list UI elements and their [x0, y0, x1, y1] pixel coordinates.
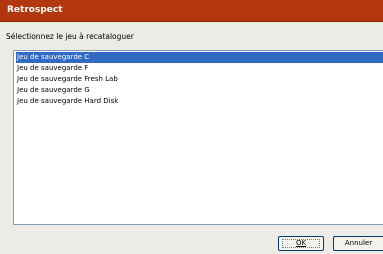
cancel-button[interactable]: Annuler [333, 236, 383, 251]
list-item[interactable]: Jeu de sauvegarde C [16, 52, 383, 63]
cancel-button-label: Annuler [344, 239, 373, 247]
list-item[interactable]: Jeu de sauvegarde F [16, 63, 383, 74]
list-item[interactable]: Jeu de sauvegarde Fresh Lab [16, 74, 383, 85]
dialog-window: Retrospect Sélectionnez le jeu à recatal… [0, 0, 383, 254]
backup-set-list[interactable]: Jeu de sauvegarde C Jeu de sauvegarde F … [13, 50, 383, 225]
ok-button[interactable]: OK [278, 236, 324, 251]
list-item[interactable]: Jeu de sauvegarde Hard Disk [16, 96, 383, 107]
ok-button-label: OK [295, 239, 307, 247]
window-title: Retrospect [7, 5, 63, 15]
prompt-label: Sélectionnez le jeu à recataloguer [6, 32, 134, 41]
list-item[interactable]: Jeu de sauvegarde G [16, 85, 383, 96]
title-bar[interactable]: Retrospect [0, 0, 383, 22]
